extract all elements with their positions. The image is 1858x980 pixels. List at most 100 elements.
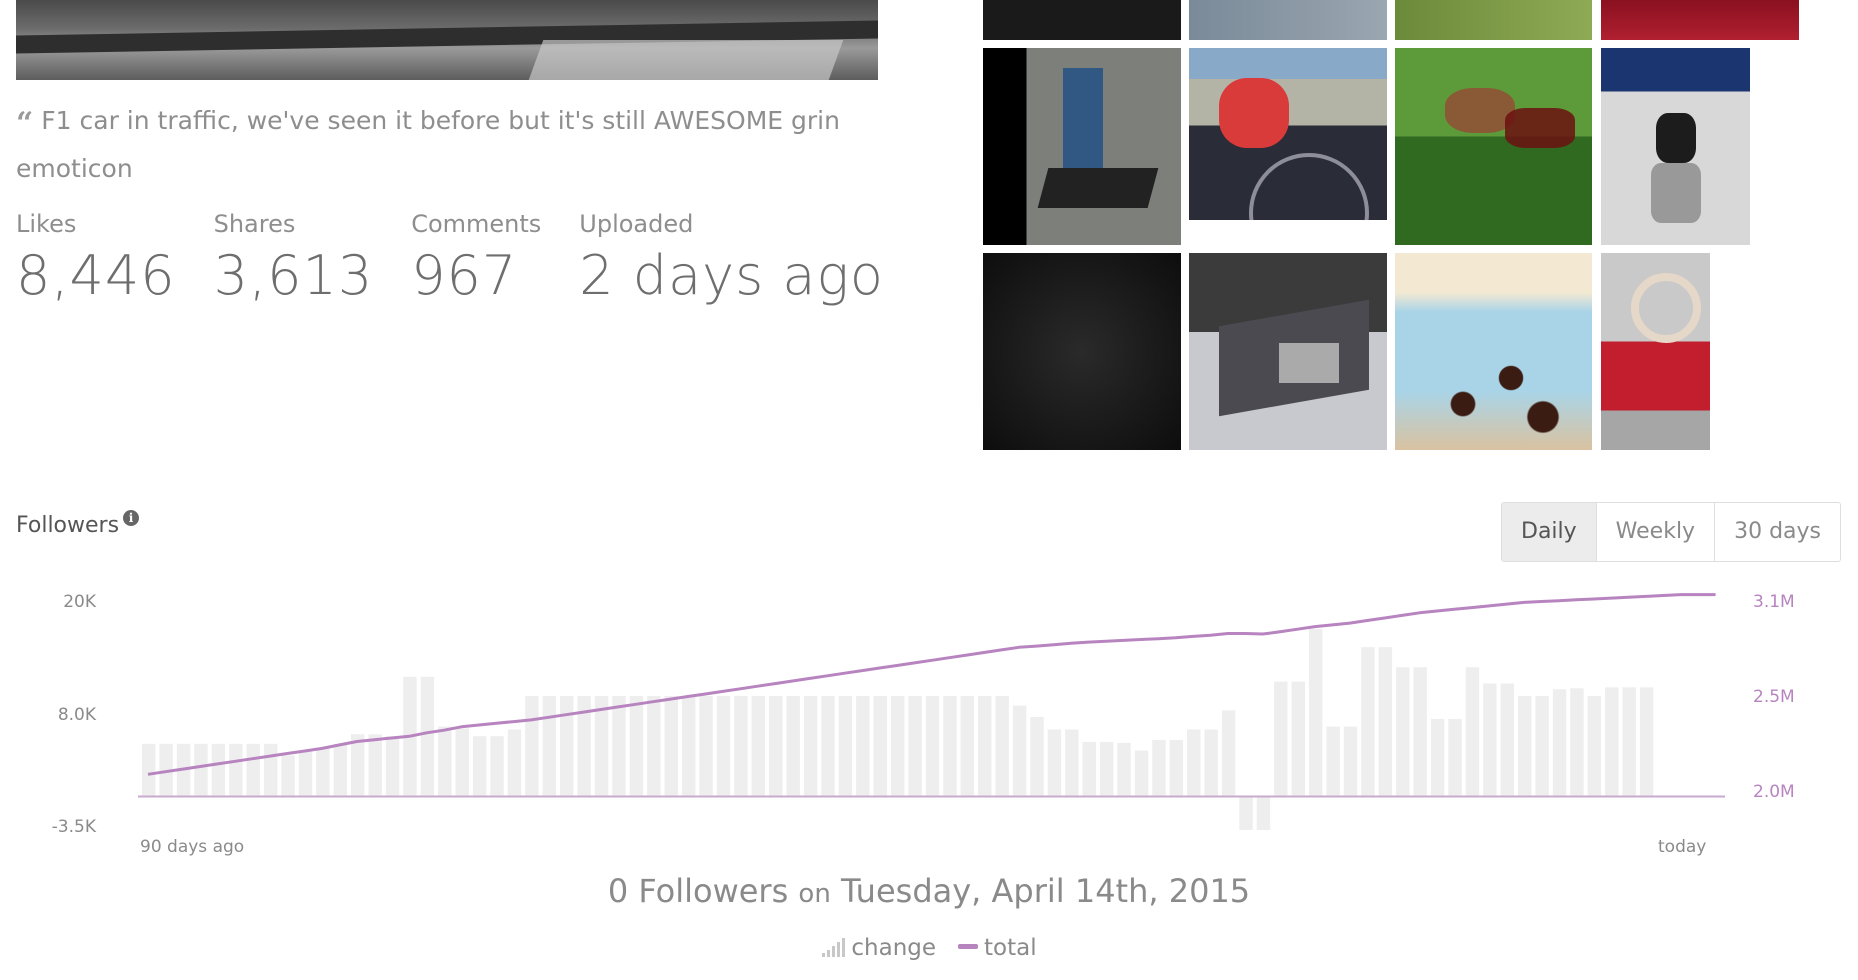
- change-bar[interactable]: [229, 743, 243, 797]
- change-bar[interactable]: [542, 695, 557, 797]
- change-bar[interactable]: [281, 755, 295, 797]
- change-bar[interactable]: [1500, 683, 1514, 797]
- change-bar[interactable]: [908, 695, 922, 797]
- change-bar[interactable]: [1570, 688, 1584, 797]
- change-bar[interactable]: [472, 736, 487, 797]
- change-bar[interactable]: [1535, 695, 1549, 797]
- change-bar[interactable]: [1396, 667, 1410, 797]
- change-bar[interactable]: [873, 695, 887, 797]
- change-bar[interactable]: [734, 695, 748, 797]
- change-bar[interactable]: [490, 736, 504, 797]
- change-bar[interactable]: [1117, 742, 1131, 797]
- change-bar[interactable]: [1047, 729, 1062, 797]
- change-bar[interactable]: [1030, 717, 1044, 797]
- change-bar[interactable]: [699, 695, 713, 797]
- change-bar[interactable]: [995, 695, 1009, 797]
- change-bar[interactable]: [925, 695, 940, 797]
- change-bar[interactable]: [333, 743, 348, 797]
- video-preview[interactable]: [16, 0, 878, 80]
- change-bar[interactable]: [978, 695, 992, 797]
- change-bar[interactable]: [385, 736, 400, 797]
- video-thumbnail[interactable]: [1395, 0, 1592, 40]
- video-thumbnail[interactable]: [1395, 253, 1592, 450]
- change-bar[interactable]: [560, 695, 574, 797]
- change-bar[interactable]: [420, 676, 435, 797]
- change-bar[interactable]: [211, 743, 226, 797]
- period-daily-button[interactable]: Daily: [1502, 503, 1597, 561]
- video-thumbnail[interactable]: [983, 253, 1181, 450]
- change-bar[interactable]: [1291, 681, 1305, 797]
- change-bar[interactable]: [1308, 628, 1323, 797]
- change-bar[interactable]: [1622, 687, 1636, 797]
- change-bar[interactable]: [751, 695, 766, 797]
- change-bar[interactable]: [1274, 681, 1288, 797]
- period-30days-button[interactable]: 30 days: [1715, 503, 1840, 561]
- followers-chart[interactable]: [0, 590, 1858, 840]
- change-bar[interactable]: [769, 695, 783, 797]
- change-bar[interactable]: [960, 695, 975, 797]
- change-bar[interactable]: [525, 695, 539, 797]
- change-bar[interactable]: [838, 695, 853, 797]
- info-icon[interactable]: i: [123, 510, 140, 526]
- change-bar[interactable]: [142, 743, 156, 797]
- change-bar[interactable]: [1239, 796, 1253, 830]
- legend-change[interactable]: change: [851, 935, 936, 961]
- change-bar[interactable]: [1378, 647, 1393, 797]
- video-thumbnail[interactable]: [1395, 48, 1592, 245]
- change-bar[interactable]: [1587, 695, 1602, 797]
- legend-total[interactable]: total: [984, 935, 1037, 961]
- change-bar[interactable]: [1152, 740, 1166, 797]
- change-bar[interactable]: [1517, 695, 1532, 797]
- video-thumbnail[interactable]: [1189, 253, 1387, 450]
- change-bar[interactable]: [647, 695, 661, 797]
- change-bar[interactable]: [1552, 689, 1567, 797]
- change-bar[interactable]: [1639, 687, 1654, 797]
- change-bar[interactable]: [1221, 710, 1236, 797]
- change-bar[interactable]: [1082, 741, 1096, 797]
- change-bar[interactable]: [890, 695, 905, 797]
- video-thumbnail[interactable]: [1601, 253, 1710, 450]
- change-bar[interactable]: [1099, 741, 1114, 797]
- change-bar[interactable]: [194, 743, 208, 797]
- video-thumbnail[interactable]: [1189, 48, 1387, 220]
- change-bar[interactable]: [716, 695, 731, 797]
- change-bar[interactable]: [943, 695, 957, 797]
- change-bar[interactable]: [1134, 750, 1149, 797]
- change-bar[interactable]: [681, 695, 696, 797]
- change-bar[interactable]: [856, 695, 870, 797]
- video-thumbnail[interactable]: [1601, 48, 1750, 245]
- change-bar[interactable]: [1361, 647, 1375, 797]
- video-thumbnail[interactable]: [983, 0, 1181, 40]
- video-thumbnail[interactable]: [1189, 0, 1387, 40]
- change-bar[interactable]: [1256, 796, 1271, 830]
- change-bar[interactable]: [1413, 667, 1427, 797]
- change-bar[interactable]: [507, 729, 522, 797]
- change-bar[interactable]: [368, 734, 382, 797]
- change-bar[interactable]: [1448, 718, 1462, 797]
- change-bar[interactable]: [1605, 687, 1619, 797]
- change-bar[interactable]: [1430, 718, 1445, 797]
- change-bar[interactable]: [246, 743, 260, 797]
- change-bar[interactable]: [1483, 683, 1497, 797]
- video-thumbnail[interactable]: [983, 48, 1181, 245]
- change-bar[interactable]: [664, 695, 678, 797]
- change-bar[interactable]: [786, 695, 800, 797]
- change-bar[interactable]: [316, 747, 330, 797]
- change-bar[interactable]: [1465, 667, 1480, 797]
- change-bar[interactable]: [1187, 729, 1201, 797]
- change-bar[interactable]: [629, 695, 644, 797]
- change-bar[interactable]: [263, 743, 278, 797]
- video-thumbnail[interactable]: [1601, 0, 1799, 40]
- change-bar[interactable]: [1012, 705, 1027, 797]
- change-bar[interactable]: [438, 726, 452, 797]
- period-weekly-button[interactable]: Weekly: [1596, 503, 1716, 561]
- change-bar[interactable]: [1326, 726, 1340, 797]
- change-bar[interactable]: [1065, 729, 1079, 797]
- change-bar[interactable]: [1169, 740, 1184, 797]
- change-bar[interactable]: [612, 695, 626, 797]
- change-bar[interactable]: [803, 695, 818, 797]
- change-bar[interactable]: [1204, 729, 1218, 797]
- change-bar[interactable]: [821, 695, 835, 797]
- change-bar[interactable]: [1343, 726, 1358, 797]
- change-bar[interactable]: [298, 751, 313, 797]
